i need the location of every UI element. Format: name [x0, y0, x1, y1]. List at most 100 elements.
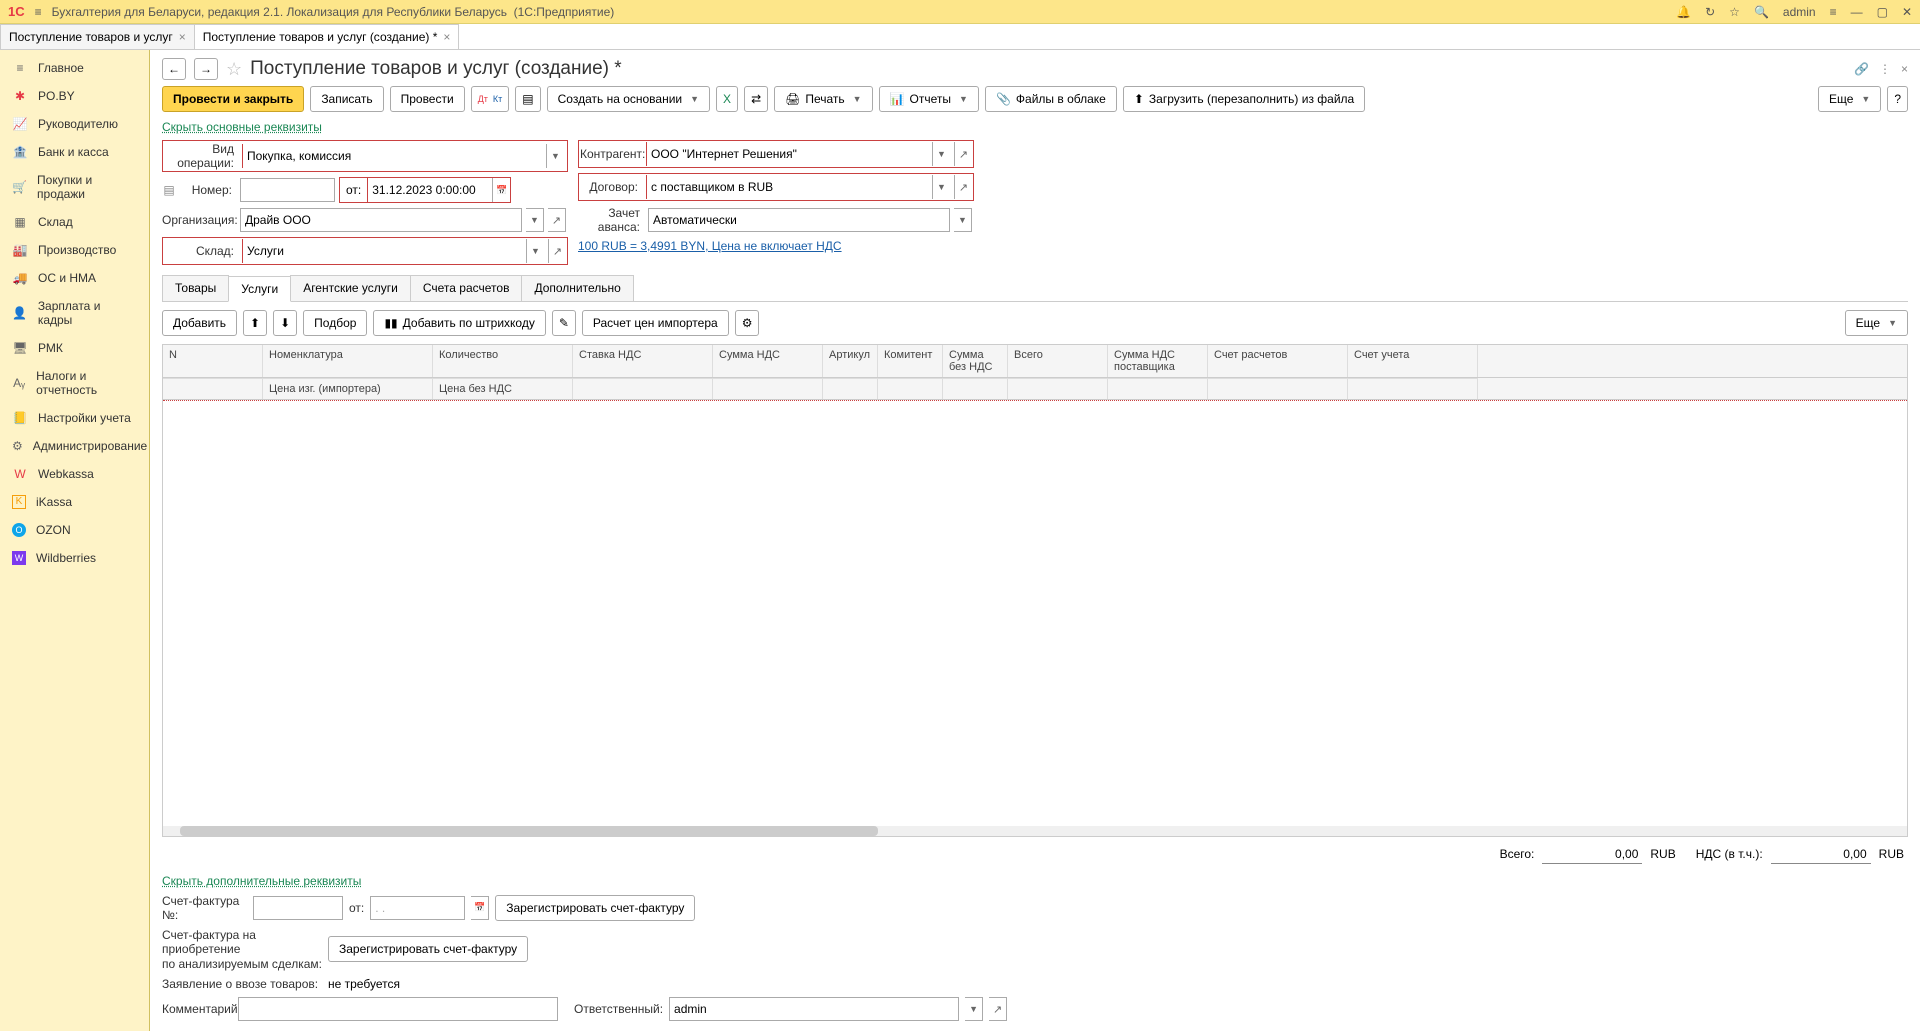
move-down-button[interactable]: ⬇ — [273, 310, 297, 336]
dropdown-icon[interactable]: ▼ — [954, 208, 972, 232]
tab-agent[interactable]: Агентские услуги — [290, 275, 411, 301]
tab-goods[interactable]: Товары — [162, 275, 229, 301]
create-based-button[interactable]: Создать на основании▼ — [547, 86, 710, 112]
exchange-button[interactable]: ⇄ — [744, 86, 768, 112]
open-icon[interactable]: ↗ — [954, 175, 972, 199]
sidebar-item-main[interactable]: ≡Главное — [0, 54, 149, 82]
horizontal-scrollbar[interactable] — [163, 826, 1907, 836]
doctab-0[interactable]: Поступление товаров и услуг × — [0, 24, 195, 49]
reports-button[interactable]: 📊Отчеты▼ — [879, 86, 979, 112]
column-header[interactable]: Ставка НДС — [573, 345, 713, 377]
sidebar-item-warehouse[interactable]: ▦Склад — [0, 208, 149, 236]
excel-button[interactable]: X — [716, 86, 738, 112]
more-button[interactable]: Еще▼ — [1818, 86, 1881, 112]
invoice-date-input[interactable]: . . — [370, 896, 465, 920]
barcode-button[interactable]: ▮▮Добавить по штрихкоду — [373, 310, 545, 336]
comment-input[interactable] — [238, 997, 558, 1021]
open-icon[interactable]: ↗ — [548, 239, 566, 263]
link-icon[interactable]: 🔗 — [1854, 62, 1869, 76]
sidebar-item-rmk[interactable]: 🖥РМК — [0, 334, 149, 362]
invoice-no-input[interactable] — [253, 896, 343, 920]
post-close-button[interactable]: Провести и закрыть — [162, 86, 304, 112]
open-icon[interactable]: ↗ — [989, 997, 1007, 1021]
close-icon[interactable]: ✕ — [1902, 5, 1912, 19]
menu-icon[interactable]: ≡ — [35, 5, 42, 19]
back-button[interactable]: ← — [162, 58, 186, 80]
column-header[interactable]: Номенклатура — [263, 345, 433, 377]
register-invoice2-button[interactable]: Зарегистрировать счет-фактуру — [328, 936, 528, 962]
structure-button[interactable]: ▤ — [515, 86, 540, 112]
dropdown-icon[interactable]: ▼ — [965, 997, 983, 1021]
dropdown-icon[interactable]: ▼ — [932, 142, 950, 166]
move-up-button[interactable]: ⬆ — [243, 310, 267, 336]
column-header[interactable]: Сумма НДС поставщика — [1108, 345, 1208, 377]
help-button[interactable]: ? — [1887, 86, 1908, 112]
search-icon[interactable]: 🔍 — [1754, 5, 1769, 19]
bell-icon[interactable]: 🔔 — [1676, 5, 1691, 19]
sidebar-item-settings[interactable]: 📒Настройки учета — [0, 404, 149, 432]
close-icon[interactable]: × — [179, 30, 186, 44]
register-invoice-button[interactable]: Зарегистрировать счет-фактуру — [495, 895, 695, 921]
more-icon[interactable]: ⋮ — [1879, 62, 1891, 76]
config-button[interactable]: ⚙ — [735, 310, 760, 336]
calendar-icon[interactable]: 📅 — [492, 178, 510, 202]
column-header[interactable]: Всего — [1008, 345, 1108, 377]
tab-additional[interactable]: Дополнительно — [521, 275, 633, 301]
open-icon[interactable]: ↗ — [548, 208, 566, 232]
open-icon[interactable]: ↗ — [954, 142, 972, 166]
sidebar-item-wildberries[interactable]: WWildberries — [0, 544, 149, 572]
column-header[interactable]: Сумма без НДС — [943, 345, 1008, 377]
sidebar-item-bank[interactable]: 🏦Банк и касса — [0, 138, 149, 166]
doctab-1[interactable]: Поступление товаров и услуг (создание) *… — [194, 24, 460, 49]
select-button[interactable]: Подбор — [303, 310, 367, 336]
forward-button[interactable]: → — [194, 58, 218, 80]
sidebar-item-ikassa[interactable]: KiKassa — [0, 488, 149, 516]
sidebar-item-poby[interactable]: ✱PO.BY — [0, 82, 149, 110]
sidebar-item-webkassa[interactable]: WWebkassa — [0, 460, 149, 488]
warehouse-input[interactable]: Услуги — [242, 239, 522, 263]
history-icon[interactable]: ↻ — [1705, 5, 1715, 19]
advance-input[interactable]: Автоматически — [648, 208, 950, 232]
dropdown-icon[interactable]: ▼ — [932, 175, 950, 199]
counterparty-input[interactable]: ООО "Интернет Решения" — [646, 142, 928, 166]
rate-link[interactable]: 100 RUB = 3,4991 BYN, Цена не включает Н… — [578, 239, 842, 253]
settings-icon[interactable]: ≡ — [1830, 5, 1837, 19]
column-header[interactable]: Счет учета — [1348, 345, 1478, 377]
hide-main-link[interactable]: Скрыть основные реквизиты — [162, 120, 1908, 134]
maximize-icon[interactable]: ▢ — [1877, 5, 1888, 19]
sidebar-item-sales[interactable]: 🛒Покупки и продажи — [0, 166, 149, 208]
user-label[interactable]: admin — [1783, 5, 1816, 19]
sidebar-item-admin[interactable]: ⚙Администрирование — [0, 432, 149, 460]
close-icon[interactable]: × — [1901, 62, 1908, 76]
column-header[interactable]: Сумма НДС — [713, 345, 823, 377]
table-more-button[interactable]: Еще▼ — [1845, 310, 1908, 336]
load-file-button[interactable]: ⬆Загрузить (перезаполнить) из файла — [1123, 86, 1365, 112]
dt-kt-button[interactable]: ДтКт — [471, 86, 510, 112]
sidebar-item-manager[interactable]: 📈Руководителю — [0, 110, 149, 138]
sidebar-item-tax[interactable]: AᵧНалоги и отчетность — [0, 362, 149, 404]
number-input[interactable] — [240, 178, 335, 202]
save-button[interactable]: Записать — [310, 86, 383, 112]
contract-input[interactable]: с поставщиком в RUB — [646, 175, 928, 199]
column-header[interactable]: N — [163, 345, 263, 377]
print-button[interactable]: 🖨Печать▼ — [774, 86, 872, 112]
column-header[interactable]: Артикул — [823, 345, 878, 377]
dropdown-icon[interactable]: ▼ — [526, 239, 544, 263]
column-header[interactable]: Счет расчетов — [1208, 345, 1348, 377]
dropdown-icon[interactable]: ▼ — [546, 144, 564, 168]
minimize-icon[interactable]: — — [1851, 5, 1863, 19]
star-icon[interactable]: ☆ — [1729, 5, 1740, 19]
operation-input[interactable]: Покупка, комиссия — [242, 144, 542, 168]
edit-button[interactable]: ✎ — [552, 310, 576, 336]
tab-accounts[interactable]: Счета расчетов — [410, 275, 523, 301]
favorite-icon[interactable]: ☆ — [226, 59, 242, 80]
sidebar-item-production[interactable]: 🏭Производство — [0, 236, 149, 264]
dropdown-icon[interactable]: ▼ — [526, 208, 544, 232]
tab-services[interactable]: Услуги — [228, 276, 291, 302]
importer-calc-button[interactable]: Расчет цен импортера — [582, 310, 729, 336]
sidebar-item-assets[interactable]: 🚚ОС и НМА — [0, 264, 149, 292]
org-input[interactable]: Драйв ООО — [240, 208, 522, 232]
column-header[interactable]: Количество — [433, 345, 573, 377]
post-button[interactable]: Провести — [390, 86, 465, 112]
sidebar-item-ozon[interactable]: OOZON — [0, 516, 149, 544]
